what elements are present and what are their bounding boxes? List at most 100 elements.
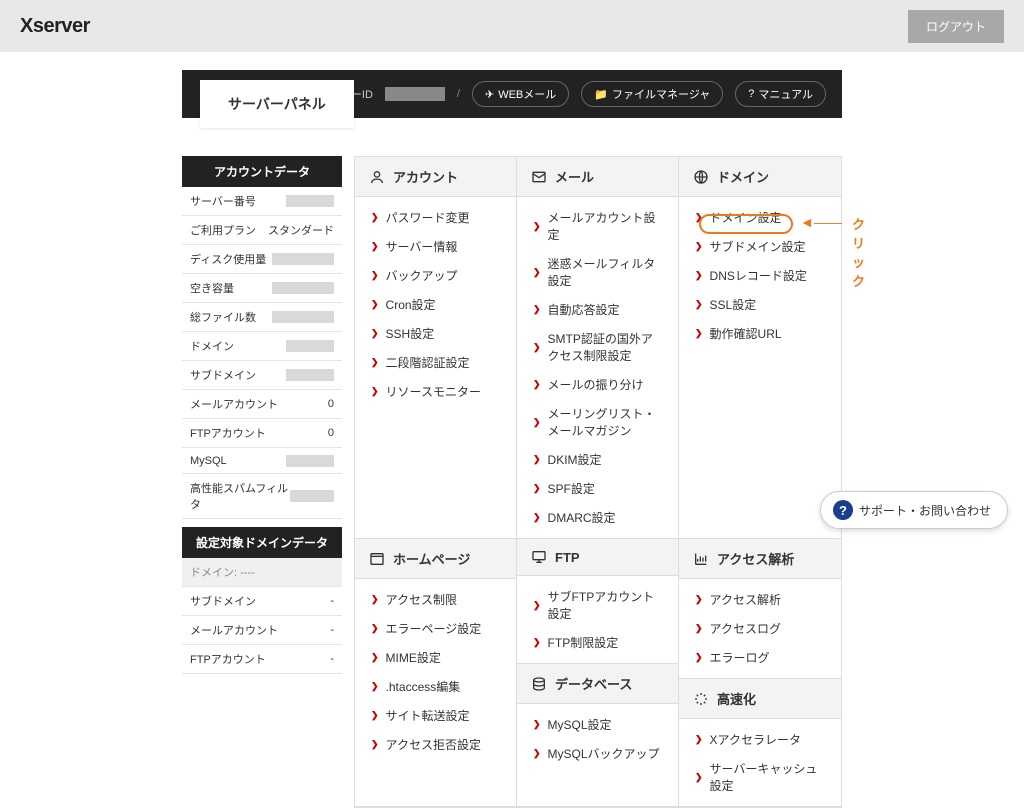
category-link[interactable]: ❯SPF設定	[517, 474, 678, 503]
chevron-right-icon: ❯	[695, 212, 703, 223]
filemanager-button[interactable]: 📁ファイルマネージャ	[581, 81, 723, 107]
chevron-right-icon: ❯	[695, 299, 703, 310]
account-data-title: アカウントデータ	[182, 156, 342, 187]
category-link[interactable]: ❯DKIM設定	[517, 445, 678, 474]
logout-button[interactable]: ログアウト	[908, 10, 1004, 43]
sidebar-row: 空き容量	[182, 274, 342, 303]
category-link[interactable]: ❯サーバーキャッシュ設定	[679, 754, 841, 800]
globe-icon	[693, 169, 709, 185]
category-link[interactable]: ❯メールアカウント設定	[517, 203, 678, 249]
chevron-right-icon: ❯	[371, 212, 379, 223]
annotation-label: クリック	[852, 214, 865, 290]
sidebar-row: サーバー番号	[182, 187, 342, 216]
category-link[interactable]: ❯二段階認証設定	[355, 348, 516, 377]
help-icon: ?	[833, 500, 853, 520]
chevron-right-icon: ❯	[695, 270, 703, 281]
sidebar-row: ドメイン	[182, 332, 342, 361]
top-bar: Xserver ログアウト	[0, 0, 1024, 52]
brand-logo: Xserver	[20, 15, 90, 38]
sidebar-domain-row: サブドメイン-	[182, 587, 342, 616]
category-link[interactable]: ❯パスワード変更	[355, 203, 516, 232]
support-button[interactable]: ? サポート・お問い合わせ	[820, 491, 1008, 529]
category-link[interactable]: ❯DMARC設定	[517, 503, 678, 532]
chevron-right-icon: ❯	[533, 342, 541, 353]
category-link[interactable]: ❯アクセス拒否設定	[355, 730, 516, 759]
category-link[interactable]: ❯Xアクセラレータ	[679, 725, 841, 754]
webmail-button[interactable]: ✈WEBメール	[472, 81, 569, 107]
category-grid: アカウント ❯パスワード変更❯サーバー情報❯バックアップ❯Cron設定❯SSH設…	[354, 156, 842, 808]
category-link[interactable]: ❯サブFTPアカウント設定	[517, 582, 678, 628]
category-link[interactable]: ❯DNSレコード設定	[679, 261, 841, 290]
server-id-value	[385, 87, 445, 101]
category-link[interactable]: ❯メーリングリスト・メールマガジン	[517, 399, 678, 445]
window-icon	[369, 551, 385, 567]
content-area: アカウント ❯パスワード変更❯サーバー情報❯バックアップ❯Cron設定❯SSH設…	[354, 156, 842, 808]
chevron-right-icon: ❯	[695, 594, 703, 605]
category-account: アカウント ❯パスワード変更❯サーバー情報❯バックアップ❯Cron設定❯SSH設…	[355, 157, 517, 539]
sidebar-domain-row: メールアカウント-	[182, 616, 342, 645]
category-link[interactable]: ❯FTP制限設定	[517, 628, 678, 657]
user-icon	[369, 169, 385, 185]
category-link[interactable]: ❯.htaccess編集	[355, 672, 516, 701]
chevron-right-icon: ❯	[533, 512, 541, 523]
sidebar-row: MySQL	[182, 448, 342, 474]
chevron-right-icon: ❯	[533, 719, 541, 730]
domain-data-title: 設定対象ドメインデータ	[182, 527, 342, 558]
category-link[interactable]: ❯アクセス制限	[355, 585, 516, 614]
category-access-speed: アクセス解析 ❯アクセス解析❯アクセスログ❯エラーログ 高速化 ❯Xアクセラレー…	[679, 539, 841, 807]
category-link[interactable]: ❯アクセス解析	[679, 585, 841, 614]
sidebar: アカウントデータ サーバー番号ご利用プランスタンダードディスク使用量空き容量総フ…	[182, 156, 342, 808]
mail-icon	[531, 169, 547, 185]
category-link[interactable]: ❯SSH設定	[355, 319, 516, 348]
category-link[interactable]: ❯迷惑メールフィルタ設定	[517, 249, 678, 295]
category-link[interactable]: ❯SSL設定	[679, 290, 841, 319]
category-link[interactable]: ❯エラーページ設定	[355, 614, 516, 643]
chevron-right-icon: ❯	[371, 299, 379, 310]
sidebar-row: FTPアカウント0	[182, 419, 342, 448]
chevron-right-icon: ❯	[533, 454, 541, 465]
category-link[interactable]: ❯SMTP認証の国外アクセス制限設定	[517, 324, 678, 370]
manual-button[interactable]: ?マニュアル	[735, 81, 826, 107]
category-link[interactable]: ❯メールの振り分け	[517, 370, 678, 399]
category-link[interactable]: ❯MySQL設定	[517, 710, 678, 739]
chevron-right-icon: ❯	[371, 652, 379, 663]
category-link[interactable]: ❯エラーログ	[679, 643, 841, 672]
category-link[interactable]: ❯サイト転送設定	[355, 701, 516, 730]
chevron-right-icon: ❯	[695, 772, 703, 783]
chevron-right-icon: ❯	[533, 379, 541, 390]
header-bar: サーバーパネル サーバーID / ✈WEBメール 📁ファイルマネージャ ?マニュ…	[182, 70, 842, 118]
category-link[interactable]: ❯Cron設定	[355, 290, 516, 319]
main-content: アカウントデータ サーバー番号ご利用プランスタンダードディスク使用量空き容量総フ…	[182, 156, 842, 808]
sidebar-row: 高性能スパムフィルタ	[182, 474, 342, 519]
chevron-right-icon: ❯	[533, 483, 541, 494]
category-link[interactable]: ❯ドメイン設定	[679, 203, 841, 232]
sidebar-row: ディスク使用量	[182, 245, 342, 274]
category-link[interactable]: ❯アクセスログ	[679, 614, 841, 643]
category-link[interactable]: ❯自動応答設定	[517, 295, 678, 324]
category-link[interactable]: ❯MIME設定	[355, 643, 516, 672]
chevron-right-icon: ❯	[533, 637, 541, 648]
folder-icon: 📁	[594, 88, 608, 101]
category-domain: ドメイン ❯ドメイン設定❯サブドメイン設定❯DNSレコード設定❯SSL設定❯動作…	[679, 157, 841, 539]
chevron-right-icon: ❯	[533, 748, 541, 759]
monitor-icon	[531, 549, 547, 565]
category-link[interactable]: ❯バックアップ	[355, 261, 516, 290]
chevron-right-icon: ❯	[695, 734, 703, 745]
divider: /	[457, 88, 460, 100]
category-homepage: ホームページ ❯アクセス制限❯エラーページ設定❯MIME設定❯.htaccess…	[355, 539, 517, 807]
chevron-right-icon: ❯	[371, 710, 379, 721]
category-link[interactable]: ❯動作確認URL	[679, 319, 841, 348]
domain-current-row: ドメイン: ----	[182, 558, 342, 587]
chevron-right-icon: ❯	[533, 267, 541, 278]
chevron-right-icon: ❯	[371, 594, 379, 605]
sidebar-row: 総ファイル数	[182, 303, 342, 332]
category-link[interactable]: ❯MySQLバックアップ	[517, 739, 678, 768]
category-link[interactable]: ❯サブドメイン設定	[679, 232, 841, 261]
category-mail: メール ❯メールアカウント設定❯迷惑メールフィルタ設定❯自動応答設定❯SMTP認…	[517, 157, 679, 539]
paper-plane-icon: ✈	[485, 88, 494, 101]
chevron-right-icon: ❯	[533, 304, 541, 315]
chevron-right-icon: ❯	[371, 623, 379, 634]
category-link[interactable]: ❯リソースモニター	[355, 377, 516, 406]
database-icon	[531, 676, 547, 692]
category-link[interactable]: ❯サーバー情報	[355, 232, 516, 261]
